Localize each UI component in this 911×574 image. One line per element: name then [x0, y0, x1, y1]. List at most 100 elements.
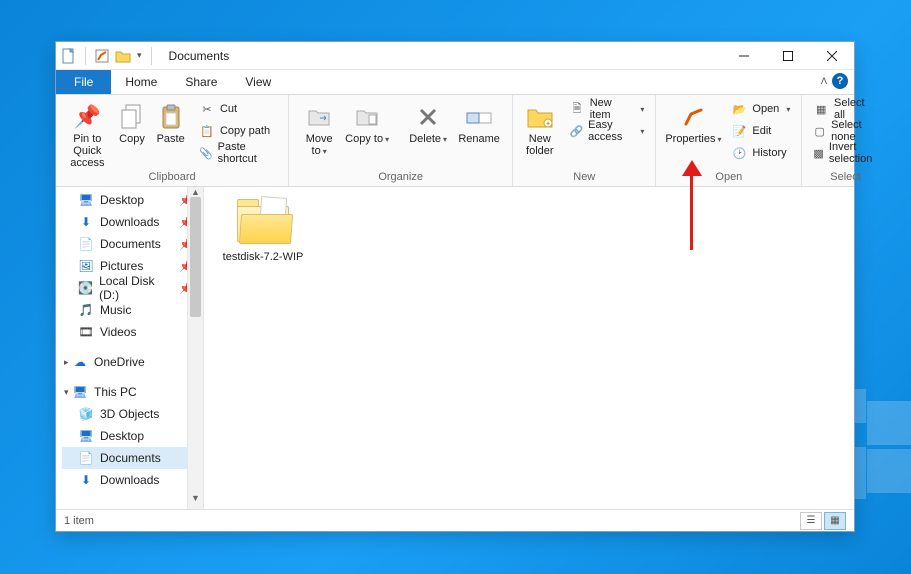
- nav-onedrive[interactable]: ▸☁OneDrive: [62, 351, 203, 373]
- help-icon[interactable]: ?: [832, 73, 848, 89]
- group-label-organize: Organize: [297, 171, 504, 184]
- file-item-folder[interactable]: testdisk-7.2-WIP: [218, 197, 308, 263]
- content-area: 🖥Desktop📌 ⬇Downloads📌 📄Documents📌 🖼Pictu…: [56, 187, 854, 509]
- paste-label: Paste: [153, 133, 188, 145]
- nav-qa-videos[interactable]: 🎞Videos: [62, 321, 203, 343]
- maximize-button[interactable]: [766, 42, 810, 70]
- qat-properties-icon[interactable]: [95, 49, 109, 63]
- file-list[interactable]: testdisk-7.2-WIP: [204, 187, 854, 509]
- nav-pc-desktop[interactable]: 🖥Desktop: [62, 425, 203, 447]
- group-label-clipboard: Clipboard: [64, 171, 280, 184]
- copy-to-icon: [345, 101, 389, 133]
- ribbon-tabs: File Home Share View ᐱ ?: [56, 70, 854, 95]
- navigation-pane[interactable]: 🖥Desktop📌 ⬇Downloads📌 📄Documents📌 🖼Pictu…: [56, 187, 204, 509]
- pin-icon: 📌: [64, 101, 111, 133]
- new-folder-button[interactable]: ✦ New folder: [521, 99, 558, 157]
- shortcut-icon: 📎: [199, 147, 213, 160]
- group-label-new: New: [521, 171, 647, 184]
- minimize-ribbon-icon[interactable]: ᐱ: [821, 76, 827, 87]
- copy-path-button[interactable]: 📋Copy path: [196, 121, 280, 141]
- nav-pc-3d-objects[interactable]: 🧊3D Objects: [62, 403, 203, 425]
- properties-button[interactable]: Properties▾: [664, 99, 722, 146]
- documents-icon: 📄: [78, 451, 94, 465]
- chevron-right-icon: ▸: [64, 357, 69, 368]
- select-all-icon: ▦: [813, 103, 829, 116]
- copy-path-icon: 📋: [199, 125, 215, 138]
- rename-button[interactable]: Rename: [454, 99, 504, 145]
- quick-access-toolbar: ▾ Documents: [62, 47, 229, 65]
- desktop-icon: 🖥: [78, 429, 94, 443]
- qat-file-icon[interactable]: [62, 48, 76, 64]
- window-title: Documents: [169, 49, 230, 63]
- move-to-icon: [297, 101, 341, 133]
- paste-shortcut-button[interactable]: 📎Paste shortcut: [196, 143, 280, 163]
- select-none-button[interactable]: ▢Select none: [810, 121, 880, 141]
- edit-button[interactable]: 📝Edit: [728, 121, 793, 141]
- pin-label: Pin to Quick access: [64, 133, 111, 169]
- copy-button[interactable]: Copy: [115, 99, 150, 145]
- downloads-icon: ⬇: [78, 215, 94, 229]
- properties-icon: [664, 101, 722, 133]
- ribbon-group-select: ▦Select all ▢Select none ▩Invert selecti…: [802, 95, 888, 186]
- nav-scrollbar[interactable]: ▲ ▼: [187, 187, 203, 509]
- documents-icon: 📄: [78, 237, 94, 251]
- folder-icon: [234, 197, 292, 245]
- paste-icon: [153, 101, 188, 133]
- qat-customize-dropdown-icon[interactable]: ▾: [137, 50, 142, 61]
- drive-icon: 💽: [78, 281, 93, 295]
- qat-folder-icon[interactable]: [115, 49, 131, 63]
- pictures-icon: 🖼: [78, 259, 94, 273]
- new-item-button[interactable]: 🗎New item▾: [566, 99, 647, 119]
- nav-this-pc[interactable]: ▾🖥This PC: [62, 381, 203, 403]
- minimize-button[interactable]: [722, 42, 766, 70]
- copy-label: Copy: [115, 133, 150, 145]
- titlebar: ▾ Documents: [56, 42, 854, 70]
- view-details-button[interactable]: ☰: [800, 512, 822, 530]
- tab-share[interactable]: Share: [171, 70, 231, 94]
- status-item-count: 1 item: [64, 515, 94, 527]
- scroll-down-icon[interactable]: ▼: [188, 493, 203, 509]
- open-button[interactable]: 📂Open▾: [728, 99, 793, 119]
- tab-home[interactable]: Home: [111, 70, 171, 94]
- move-to-button[interactable]: Move to▾: [297, 99, 341, 158]
- nav-qa-documents[interactable]: 📄Documents📌: [62, 233, 203, 255]
- copy-to-button[interactable]: Copy to▾: [345, 99, 389, 146]
- invert-selection-icon: ▩: [813, 147, 824, 160]
- history-icon: 🕑: [731, 147, 747, 160]
- easy-access-button[interactable]: 🔗Easy access▾: [566, 121, 647, 141]
- nav-pc-documents[interactable]: 📄Documents: [62, 447, 203, 469]
- edit-icon: 📝: [731, 125, 747, 138]
- tab-file[interactable]: File: [56, 70, 111, 94]
- nav-qa-music[interactable]: 🎵Music: [62, 299, 203, 321]
- file-explorer-window: ▾ Documents File Home Share View ᐱ ? 📌 P…: [55, 41, 855, 532]
- new-folder-icon: ✦: [521, 101, 558, 133]
- delete-icon: [406, 101, 450, 133]
- nav-qa-local-disk[interactable]: 💽Local Disk (D:)📌: [62, 277, 203, 299]
- scroll-thumb[interactable]: [190, 197, 201, 317]
- onedrive-icon: ☁: [72, 355, 88, 369]
- file-item-label: testdisk-7.2-WIP: [218, 251, 308, 263]
- tab-view[interactable]: View: [231, 70, 285, 94]
- delete-button[interactable]: Delete▾: [406, 99, 450, 146]
- select-none-icon: ▢: [813, 125, 826, 138]
- nav-pc-downloads[interactable]: ⬇Downloads: [62, 469, 203, 491]
- copy-icon: [115, 101, 150, 133]
- chevron-down-icon: ▾: [64, 387, 69, 398]
- 3d-objects-icon: 🧊: [78, 407, 94, 421]
- this-pc-icon: 🖥: [72, 385, 88, 399]
- scissors-icon: ✂: [199, 103, 215, 116]
- view-large-icons-button[interactable]: ▦: [824, 512, 846, 530]
- history-button[interactable]: 🕑History: [728, 143, 793, 163]
- paste-button[interactable]: Paste: [153, 99, 188, 145]
- new-item-icon: 🗎: [569, 100, 584, 119]
- desktop-icon: 🖥: [78, 193, 94, 207]
- invert-selection-button[interactable]: ▩Invert selection: [810, 143, 880, 163]
- nav-qa-downloads[interactable]: ⬇Downloads📌: [62, 211, 203, 233]
- status-bar: 1 item ☰ ▦: [56, 509, 854, 531]
- nav-qa-desktop[interactable]: 🖥Desktop📌: [62, 189, 203, 211]
- close-button[interactable]: [810, 42, 854, 70]
- pin-to-quick-access-button[interactable]: 📌 Pin to Quick access: [64, 99, 111, 169]
- ribbon: 📌 Pin to Quick access Copy Paste ✂Cut 📋C…: [56, 95, 854, 187]
- cut-button[interactable]: ✂Cut: [196, 99, 280, 119]
- select-all-button[interactable]: ▦Select all: [810, 99, 880, 119]
